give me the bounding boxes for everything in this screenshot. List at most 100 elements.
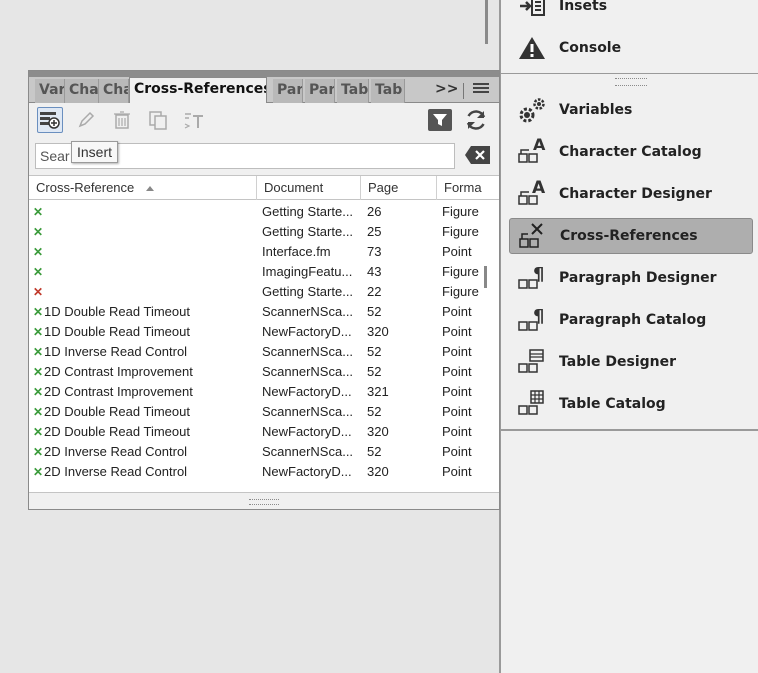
table-header: Cross-Reference Document Page Forma [29,176,499,200]
table-row[interactable]: ✕ Getting Starte... 25 Figure [29,222,485,242]
convert-to-text-button[interactable] [181,107,207,133]
cell-page: 320 [367,424,389,439]
cell-cross-reference: ✕1D Inverse Read Control [33,342,255,362]
table-row[interactable]: ✕2D Inverse Read Control ScannerNSca... 52… [29,442,485,462]
cell-cross-reference: ✕ [33,222,255,242]
panel-item-variables[interactable]: Variables [509,92,753,128]
cell-page: 26 [367,204,382,219]
table-row[interactable]: ✕2D Double Read Timeout ScannerNSca... 52 P… [29,402,485,422]
table-designer-icon [515,346,549,378]
svg-text:A: A [532,179,546,198]
table-row[interactable]: ✕2D Inverse Read Control NewFactoryD... 32… [29,462,485,482]
duplicate-icon [149,111,167,130]
table-row[interactable]: ✕ ImagingFeatu... 43 Figure [29,262,485,282]
tab-table-designer[interactable]: Tab [337,79,369,103]
cell-page: 52 [367,304,382,319]
column-header-document[interactable]: Document [257,176,361,200]
cell-format: Point [442,244,472,259]
cell-format: Figure [442,204,479,219]
tab-character-designer[interactable]: Cha [99,79,129,103]
dock-divider [501,429,758,431]
cell-format: Point [442,444,472,459]
more-tabs-button[interactable]: >> [435,81,458,97]
character-designer-icon: A [515,178,549,210]
convert-to-text-icon [184,113,203,129]
tab-paragraph-designer[interactable]: Par [273,79,303,103]
cell-format: Figure [442,264,479,279]
dock-scrollbar[interactable] [485,0,488,44]
column-header-format[interactable]: Forma [437,176,487,200]
svg-text:A: A [533,137,546,154]
table-body: ✕ Getting Starte... 26 Figure ✕ Getting Start… [29,202,485,482]
resolved-xref-icon: ✕ [33,405,44,419]
resolved-xref-icon: ✕ [33,205,44,219]
panel-item-paragraph-designer[interactable]: ¶ Paragraph Designer [509,260,753,296]
delete-xref-button[interactable] [109,107,135,133]
duplicate-xref-button[interactable] [145,107,171,133]
tab-paragraph-catalog[interactable]: Par [305,79,335,103]
panel-item-console[interactable]: Console [509,30,753,66]
cell-document: Getting Starte... [262,204,354,219]
resolved-xref-icon: ✕ [33,245,44,259]
cell-document: NewFactoryD... [262,464,352,479]
gears-icon [515,94,549,126]
cell-document: ScannerNSca... [262,344,354,359]
cell-document: NewFactoryD... [262,424,352,439]
cell-document: NewFactoryD... [262,384,352,399]
table-vertical-scrollbar[interactable] [484,266,487,288]
table-row[interactable]: ✕2D Contrast Improvement NewFactoryD... 32… [29,382,485,402]
tab-character-catalog[interactable]: Cha [65,79,99,103]
tab-table-catalog[interactable]: Tab [371,79,405,103]
paragraph-designer-icon: ¶ [515,262,549,294]
panel-item-paragraph-catalog[interactable]: ¶ Paragraph Catalog [509,302,753,338]
tab-cross-references[interactable]: Cross-References [129,77,267,103]
table-row[interactable]: ✕2D Double Read Timeout NewFactoryD... 320… [29,422,485,442]
table-row[interactable]: ✕2D Contrast Improvement ScannerNSca... 52… [29,362,485,382]
pod-resize-grip[interactable] [249,499,279,505]
column-header-cross-reference[interactable]: Cross-Reference [29,176,257,200]
cell-cross-reference: ✕ [33,242,255,262]
cell-page: 52 [367,444,382,459]
search-row: Insert [35,141,495,169]
cell-cross-reference: ✕1D Double Read Timeout [33,302,255,322]
cell-document: ScannerNSca... [262,304,354,319]
panel-item-label: Console [559,40,622,56]
table-row[interactable]: ✕1D Double Read Timeout ScannerNSca... 52 P… [29,302,485,322]
table-row[interactable]: ✕ Getting Starte... 26 Figure [29,202,485,222]
panel-item-table-designer[interactable]: Table Designer [509,344,753,380]
cell-document: NewFactoryD... [262,324,352,339]
panel-item-cross-references[interactable]: Cross-References [509,218,753,254]
table-row[interactable]: ✕ Getting Starte... 22 Figure [29,282,485,302]
refresh-button[interactable] [463,107,489,133]
unresolved-xref-icon: ✕ [33,285,44,299]
filter-button[interactable] [427,107,453,133]
xref-name: 1D Inverse Read Control [44,344,188,359]
xref-name: 2D Contrast Improvement [44,364,193,379]
cell-document: Getting Starte... [262,284,354,299]
panel-item-table-catalog[interactable]: Table Catalog [509,386,753,422]
table-row[interactable]: ✕1D Double Read Timeout NewFactoryD... 320… [29,322,485,342]
panel-item-insets[interactable]: Insets [509,0,753,24]
cell-cross-reference: ✕ [33,282,255,302]
insert-xref-button[interactable] [37,107,63,133]
tab-variables[interactable]: Var [35,79,65,103]
resolved-xref-icon: ✕ [33,345,44,359]
cell-format: Point [442,364,472,379]
table-catalog-icon [515,388,549,420]
dock-splitter-grip[interactable] [615,78,647,86]
cell-page: 25 [367,224,382,239]
column-header-page[interactable]: Page [361,176,437,200]
panel-item-character-designer[interactable]: A Character Designer [509,176,753,212]
table-row[interactable]: ✕1D Inverse Read Control ScannerNSca... 52… [29,342,485,362]
edit-xref-button[interactable] [73,107,99,133]
insets-icon [515,0,549,22]
clear-search-button[interactable] [465,145,491,167]
xref-name: 1D Double Read Timeout [44,304,190,319]
panel-item-label: Table Catalog [559,396,666,412]
table-row[interactable]: ✕ Interface.fm 73 Point [29,242,485,262]
xref-name: 1D Double Read Timeout [44,324,190,339]
panel-item-character-catalog[interactable]: A Character Catalog [509,134,753,170]
panel-menu-icon[interactable] [473,83,489,97]
cell-format: Point [442,324,472,339]
resolved-xref-icon: ✕ [33,465,44,479]
